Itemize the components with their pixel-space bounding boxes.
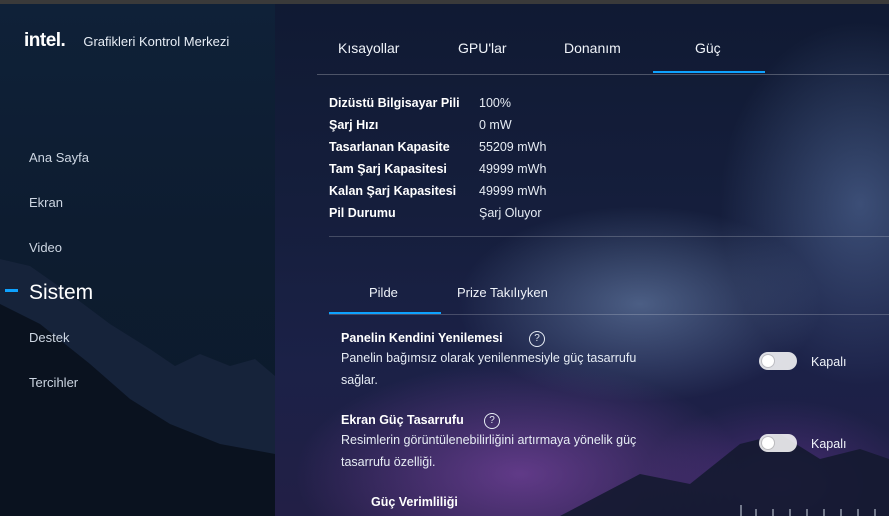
help-icon[interactable]: ? — [484, 413, 500, 429]
sidebar-item-home[interactable]: Ana Sayfa — [29, 150, 89, 165]
tab-power[interactable]: Güç — [695, 40, 721, 56]
info-value: Şarj Oluyor — [479, 206, 542, 220]
info-key: Kalan Şarj Kapasitesi — [329, 184, 457, 198]
setting-desc-panel-self-refresh: Panelin bağımsız olarak yenilenmesiyle g… — [341, 347, 691, 391]
sidebar — [0, 4, 275, 516]
setting-title-panel-self-refresh: Panelin Kendini Yenilemesi — [341, 331, 503, 345]
setting-desc-line: tasarrufu özelliği. — [341, 455, 436, 469]
mountain-silhouette-left — [0, 259, 275, 516]
brand-header: intel. Grafikleri Kontrol Merkezi — [24, 30, 229, 52]
info-value: 49999 mWh — [479, 184, 547, 198]
sidebar-item-system[interactable]: Sistem — [29, 281, 93, 305]
info-key: Tasarlanan Kapasite — [329, 140, 450, 154]
toggle-state-label: Kapalı — [811, 437, 847, 451]
info-key: Dizüstü Bilgisayar Pili — [329, 96, 460, 110]
setting-title-display-power-saving: Ekran Güç Tasarrufu — [341, 413, 464, 427]
tab-hardware[interactable]: Donanım — [564, 40, 621, 56]
help-icon[interactable]: ? — [529, 331, 545, 347]
setting-desc-line: Resimlerin görüntülenebilirliğini artırm… — [341, 433, 637, 447]
subtab-on-battery[interactable]: Pilde — [369, 285, 398, 300]
power-efficiency-label: Güç Verimliliği — [371, 495, 458, 509]
app-title: Grafikleri Kontrol Merkezi — [83, 33, 230, 49]
sidebar-active-indicator — [5, 289, 18, 292]
info-key: Pil Durumu — [329, 206, 396, 220]
sidebar-item-display[interactable]: Ekran — [29, 195, 63, 210]
info-value: 100% — [479, 96, 511, 110]
info-value: 49999 mWh — [479, 162, 547, 176]
sidebar-item-video[interactable]: Video — [29, 240, 62, 255]
intel-logo: intel. — [24, 30, 66, 51]
info-key: Tam Şarj Kapasitesi — [329, 162, 447, 176]
sidebar-item-preferences[interactable]: Tercihler — [29, 375, 78, 390]
subtab-plugged-in[interactable]: Prize Takılıyken — [457, 285, 548, 300]
toggle-knob — [762, 437, 774, 449]
toggle-state-label: Kapalı — [811, 355, 847, 369]
info-value: 55209 mWh — [479, 140, 547, 154]
section-divider — [329, 236, 889, 237]
tab-gpus[interactable]: GPU'lar — [458, 40, 507, 56]
setting-desc-line: Panelin bağımsız olarak yenilenmesiyle g… — [341, 351, 637, 365]
display-power-saving-toggle[interactable] — [759, 434, 797, 452]
setting-desc-display-power-saving: Resimlerin görüntülenebilirliğini artırm… — [341, 429, 691, 473]
panel-self-refresh-toggle[interactable] — [759, 352, 797, 370]
sidebar-item-support[interactable]: Destek — [29, 330, 69, 345]
info-value: 0 mW — [479, 118, 512, 132]
power-source-tabs: Pilde Prize Takılıyken — [329, 272, 889, 315]
main-tabs: Kısayollar GPU'lar Donanım Güç — [317, 38, 889, 75]
tab-active-underline — [653, 71, 765, 73]
info-key: Şarj Hızı — [329, 118, 379, 132]
toggle-knob — [762, 355, 774, 367]
subtab-active-underline — [329, 312, 441, 314]
setting-desc-line: sağlar. — [341, 373, 378, 387]
tab-shortcuts[interactable]: Kısayollar — [338, 40, 399, 56]
power-efficiency-slider[interactable] — [740, 505, 889, 516]
